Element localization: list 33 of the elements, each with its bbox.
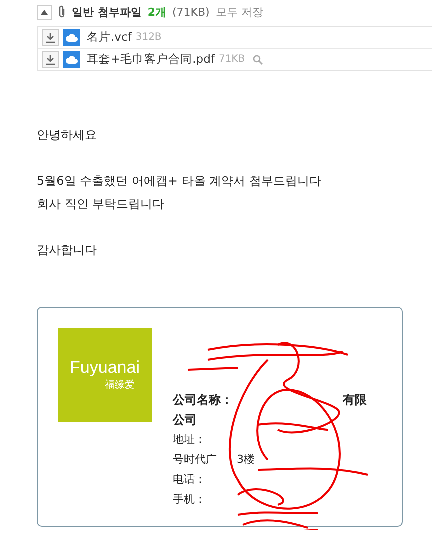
cloud-save-button[interactable] — [63, 51, 80, 68]
file-size: 71KB — [218, 54, 246, 65]
download-icon — [46, 32, 55, 42]
attachments-title: 일반 첨부파일 — [72, 4, 142, 20]
address-tail: 3楼 — [237, 452, 255, 468]
phone-label: 电话： — [173, 472, 206, 488]
total-size: (71KB) — [172, 6, 210, 18]
file-name[interactable]: 耳套+毛巾客户合同.pdf — [87, 52, 215, 67]
cloud-icon — [66, 56, 78, 64]
download-button[interactable] — [42, 29, 59, 46]
file-size: 312B — [136, 32, 162, 43]
download-button[interactable] — [42, 51, 59, 68]
company-name-tail: 有限 — [343, 392, 367, 409]
company-name-line: 公司 — [173, 412, 197, 429]
paperclip-icon — [58, 5, 66, 19]
attachment-count: 2개 — [148, 4, 166, 20]
cloud-save-button[interactable] — [63, 29, 80, 46]
logo-brand: Fuyuanai — [70, 358, 140, 378]
message-text: 5월6일 수출했던 어에캡+ 타올 계약서 첨부드립니다 — [37, 173, 322, 190]
message-text: 회사 직인 부탁드립니다 — [37, 196, 166, 213]
collapse-button[interactable] — [37, 4, 52, 20]
logo-subtitle: 福缘爱 — [105, 378, 135, 392]
file-name[interactable]: 名片.vcf — [87, 30, 132, 45]
address-label: 地址： — [173, 432, 206, 448]
mobile-label: 手机： — [173, 492, 206, 508]
download-icon — [46, 54, 55, 64]
caret-icon — [41, 10, 48, 14]
save-all-link[interactable]: 모두 저장 — [216, 4, 264, 20]
address-line: 号时代广 — [173, 452, 217, 468]
message-text: 안녕하세요 — [37, 127, 98, 144]
company-label: 公司名称： — [173, 392, 233, 409]
cloud-icon — [66, 34, 78, 42]
message-text: 감사합니다 — [37, 242, 98, 259]
